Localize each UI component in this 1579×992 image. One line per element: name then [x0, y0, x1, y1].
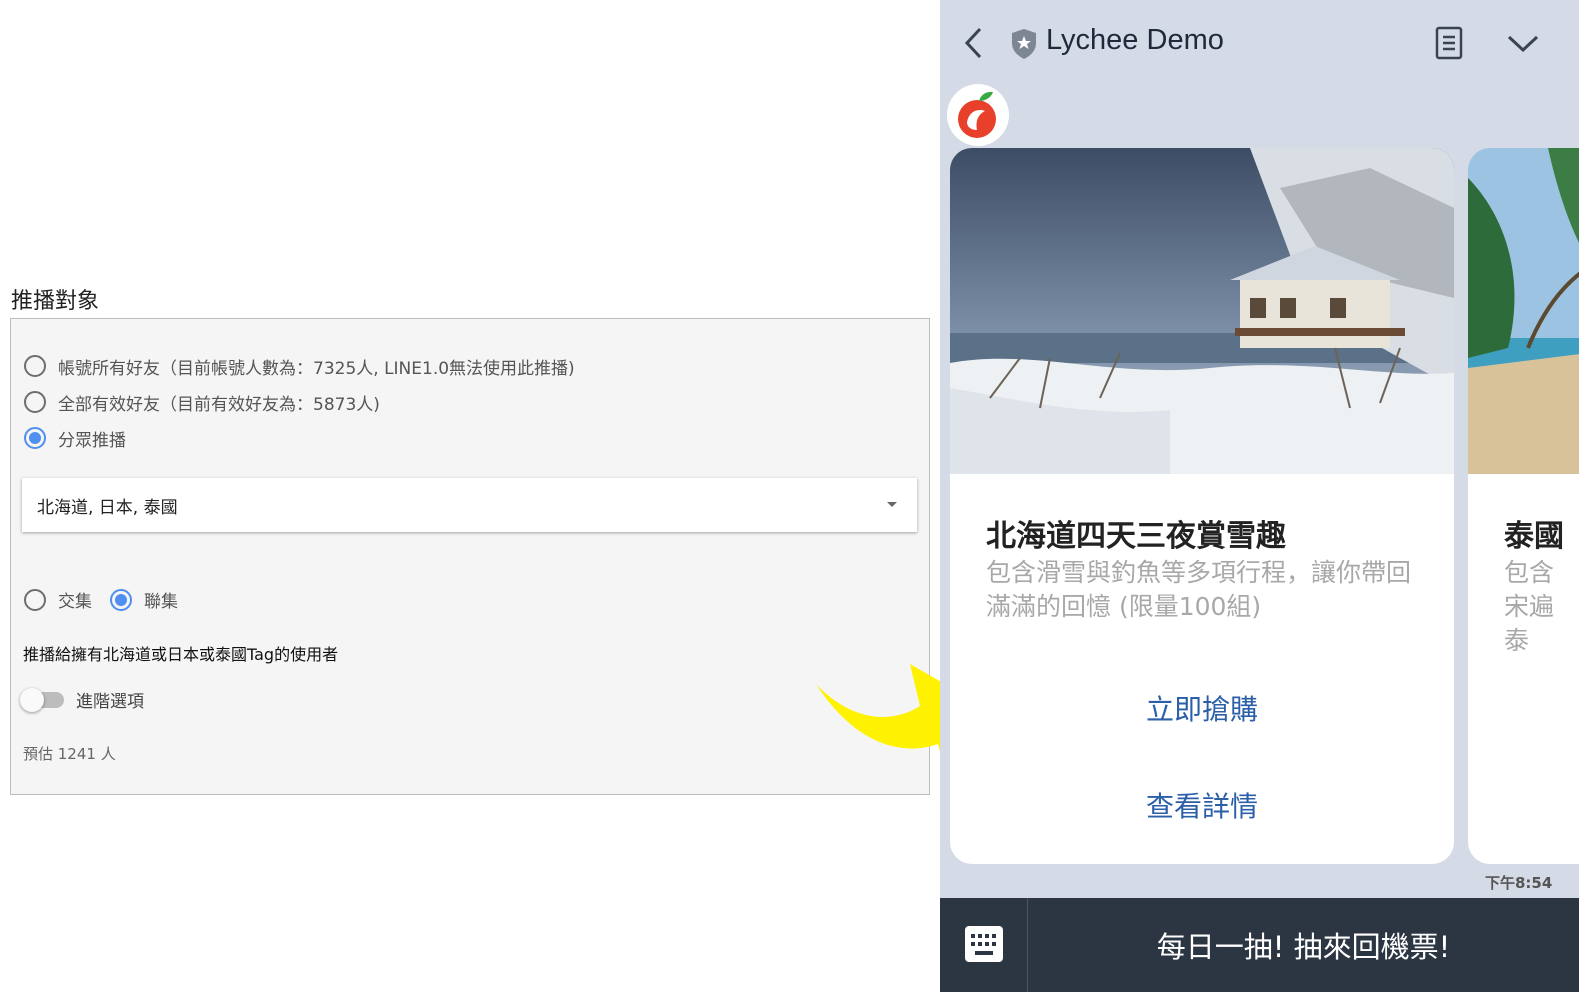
carousel-card-hokkaido[interactable]: 北海道四天三夜賞雪趣 包含滑雪與釣魚等多項行程，讓你帶回滿滿的回憶 (限量100…: [950, 148, 1454, 864]
keyboard-toggle[interactable]: [940, 898, 1028, 992]
audience-panel: 帳號所有好友（目前帳號人數為：7325人, LINE1.0無法使用此推播) 全部…: [10, 318, 930, 795]
verified-shield-icon: [1012, 29, 1036, 59]
back-arrow-icon[interactable]: [962, 26, 986, 60]
notes-icon[interactable]: [1434, 26, 1464, 60]
set-mode-group: 交集 聯集: [24, 587, 196, 612]
chevron-down-icon[interactable]: [1506, 32, 1540, 54]
beach-image: [1468, 148, 1579, 474]
radio-button[interactable]: [24, 391, 46, 413]
message-timestamp: 下午8:54: [1485, 874, 1553, 892]
radio-label: 聯集: [144, 592, 178, 612]
chat-title: Lychee Demo: [1046, 24, 1224, 56]
lychee-avatar[interactable]: [947, 84, 1009, 146]
carousel-card-thailand[interactable]: 泰國 包含宋遍泰: [1468, 148, 1579, 864]
snow-house-image: [950, 148, 1454, 474]
advanced-label: 進階選項: [76, 692, 144, 712]
card-description: 包含宋遍泰: [1504, 558, 1555, 655]
radio-label: 交集: [58, 592, 92, 612]
section-title: 推播對象: [11, 289, 100, 314]
card-description: 包含滑雪與釣魚等多項行程，讓你帶回滿滿的回憶 (限量100組): [986, 558, 1412, 621]
buy-now-button[interactable]: 立即搶購: [950, 688, 1454, 728]
rich-menu-label[interactable]: 每日一抽! 抽來回機票!: [1028, 898, 1579, 992]
radio-segmented[interactable]: 分眾推播: [24, 425, 126, 451]
tag-select-value: 北海道, 日本, 泰國: [37, 497, 178, 518]
chat-header: Lychee Demo: [940, 0, 1579, 88]
radio-button[interactable]: [24, 588, 46, 611]
radio-intersection[interactable]: 交集: [24, 587, 92, 612]
card-title: 泰國: [1504, 519, 1564, 554]
toggle-knob[interactable]: [20, 687, 44, 712]
view-details-button[interactable]: 查看詳情: [950, 785, 1454, 825]
audience-description: 推播給擁有北海道或日本或泰國Tag的使用者: [23, 645, 339, 664]
radio-label: 帳號所有好友（目前帳號人數為：7325人, LINE1.0無法使用此推播): [58, 358, 575, 379]
card-title: 北海道四天三夜賞雪趣: [986, 519, 1286, 554]
estimate-count: 預估 1241 人: [23, 745, 116, 763]
dropdown-caret-icon[interactable]: [887, 502, 897, 507]
keyboard-icon[interactable]: [964, 925, 1004, 963]
radio-active-friends[interactable]: 全部有效好友（目前有效好友為：5873人): [24, 389, 380, 415]
advanced-toggle-row[interactable]: 進階選項: [20, 687, 144, 712]
radio-button[interactable]: [24, 355, 46, 377]
radio-label: 全部有效好友（目前有效好友為：5873人): [58, 394, 380, 415]
tag-select[interactable]: 北海道, 日本, 泰國: [22, 478, 917, 532]
radio-button-selected[interactable]: [24, 427, 46, 449]
rich-menu-bar: 每日一抽! 抽來回機票!: [940, 898, 1579, 992]
radio-all-friends[interactable]: 帳號所有好友（目前帳號人數為：7325人, LINE1.0無法使用此推播): [24, 353, 575, 379]
radio-button-selected[interactable]: [110, 588, 132, 611]
radio-union[interactable]: 聯集: [110, 587, 178, 612]
line-chat-window: Lychee Demo 北海道四天三夜賞雪趣 包含滑雪與釣魚等多項行程，讓你帶回…: [940, 0, 1579, 992]
radio-label: 分眾推播: [58, 430, 126, 451]
advanced-toggle[interactable]: [20, 687, 64, 712]
